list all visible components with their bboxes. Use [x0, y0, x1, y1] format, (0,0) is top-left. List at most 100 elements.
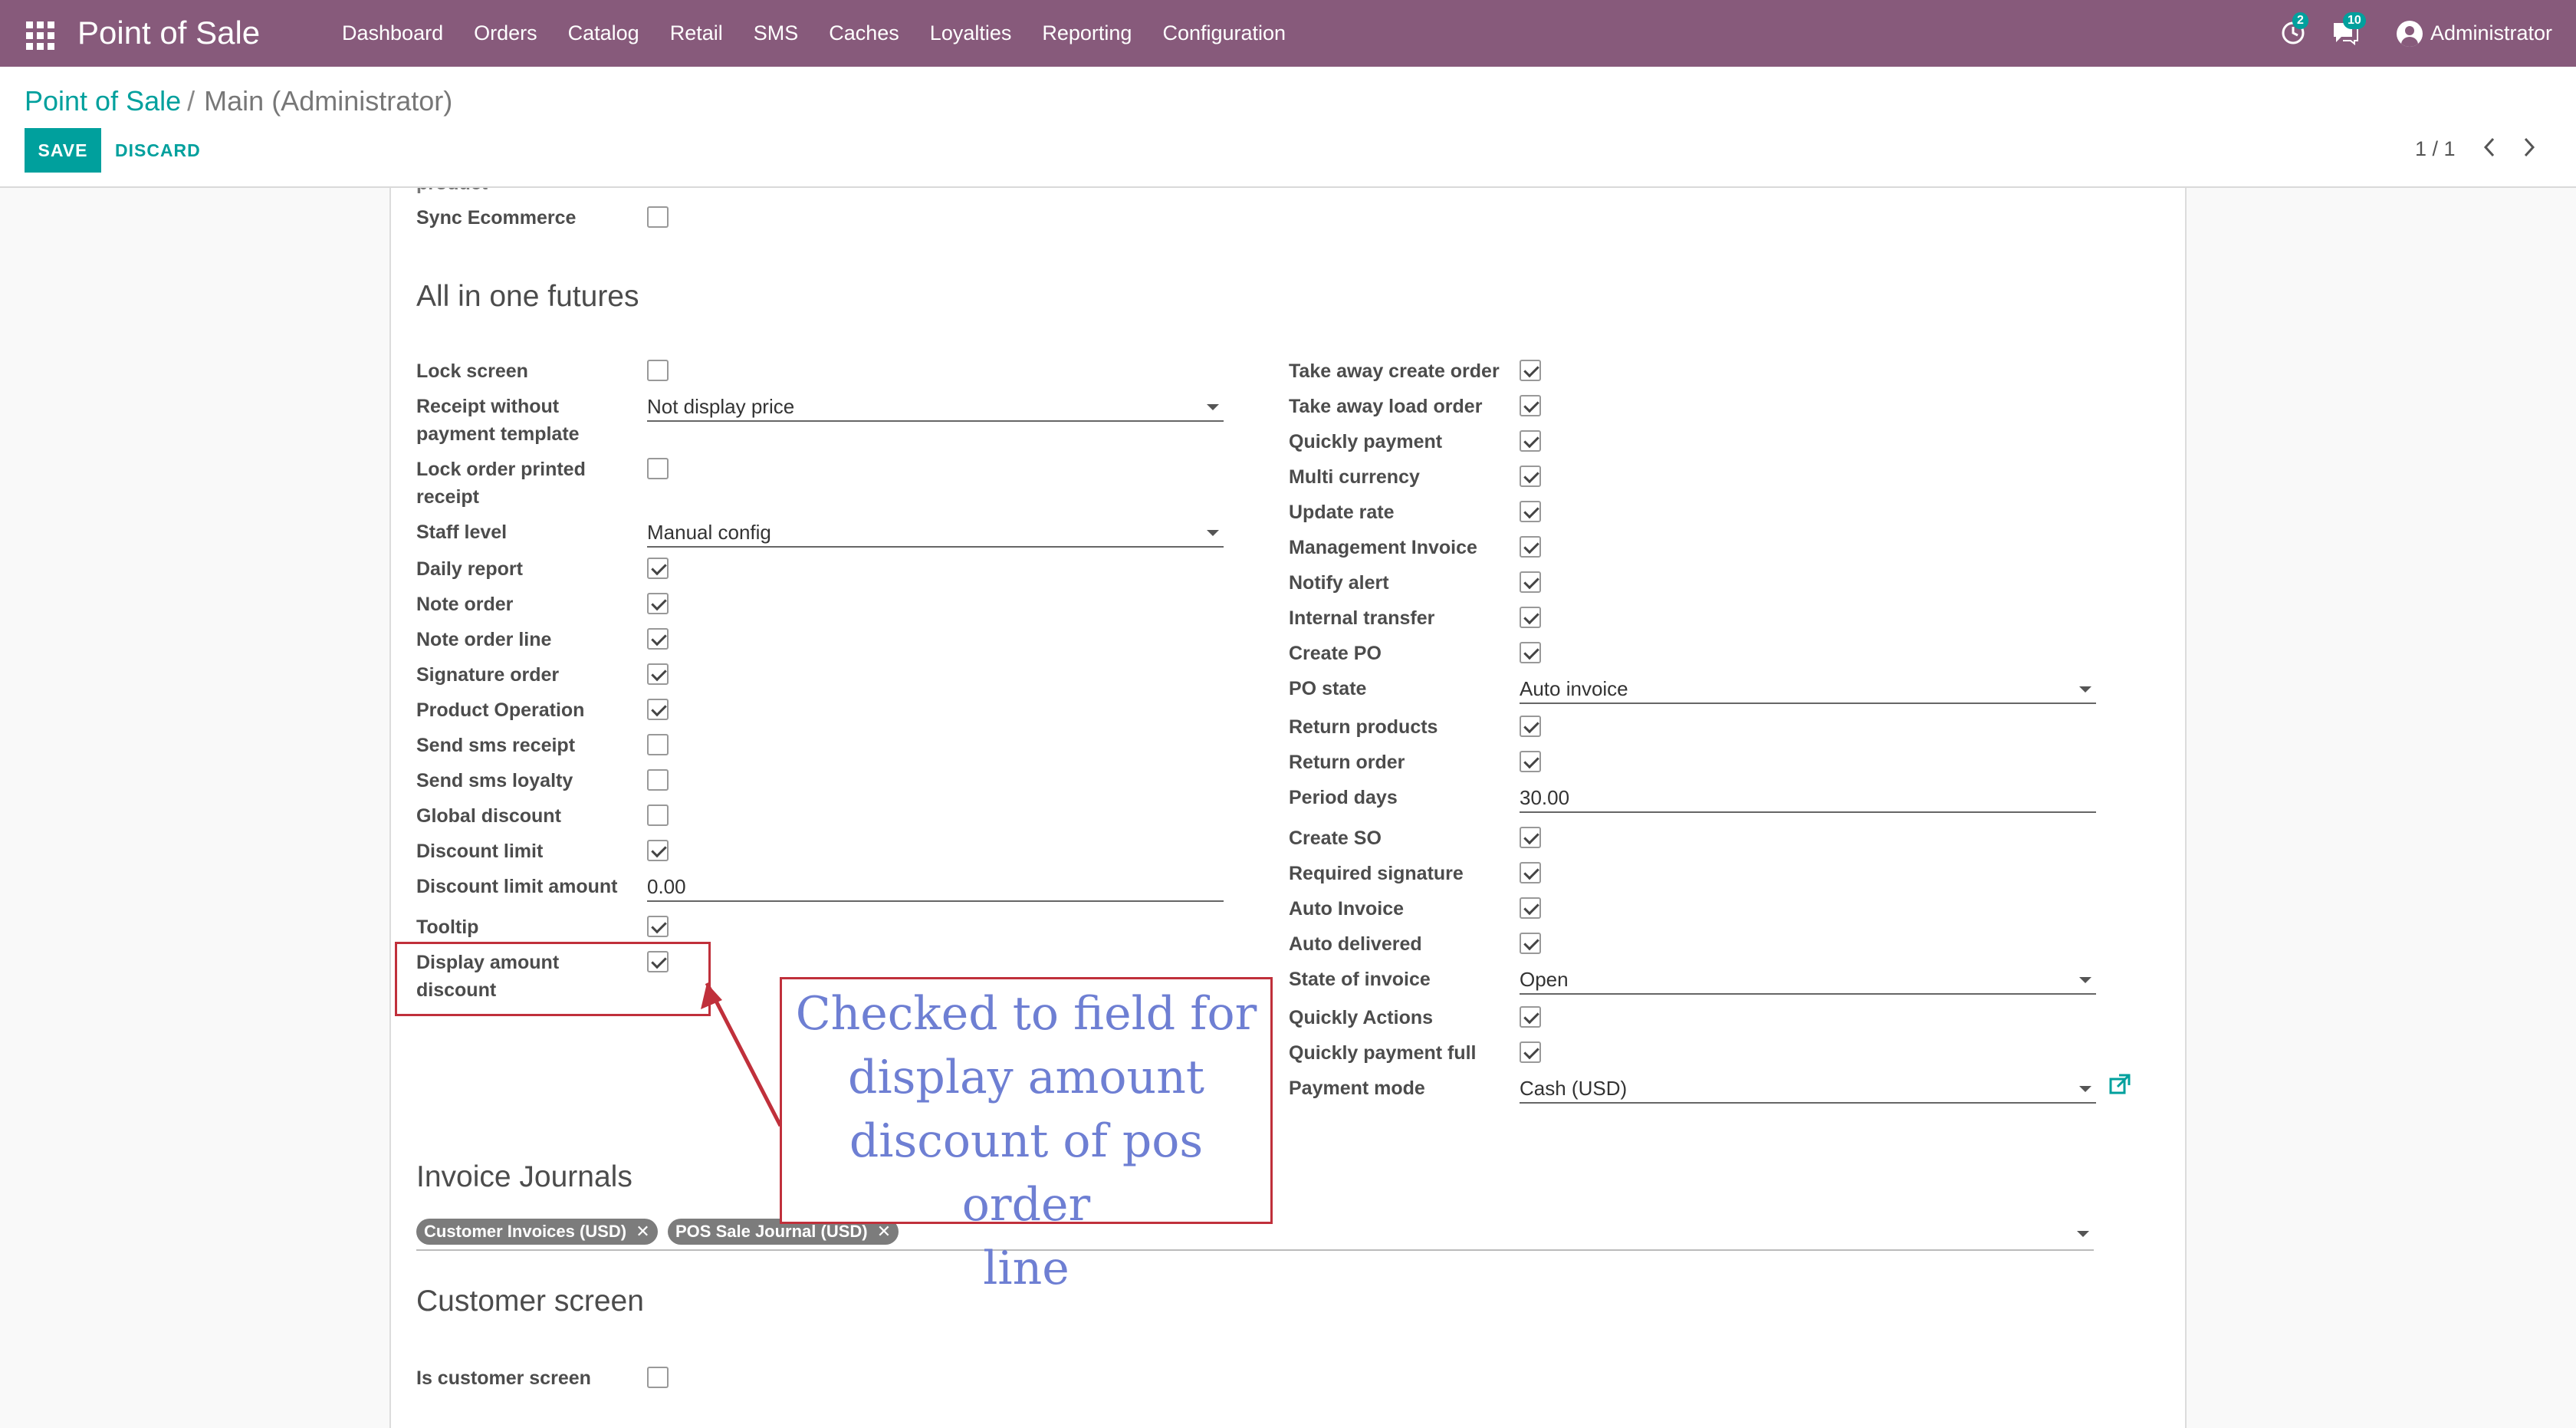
- menu-item-orders[interactable]: Orders: [474, 21, 537, 45]
- field-label-create-po: Create PO: [1289, 643, 1382, 664]
- field-label-update-rate: Update rate: [1289, 502, 1395, 523]
- discount-limit-checkbox[interactable]: [647, 840, 669, 861]
- send-sms-receipt-checkbox[interactable]: [647, 734, 669, 755]
- global-discount-checkbox[interactable]: [647, 804, 669, 826]
- staff-level-select[interactable]: Manual config: [647, 518, 1224, 548]
- send-sms-loyalty-checkbox[interactable]: [647, 769, 669, 791]
- menu-item-retail[interactable]: Retail: [670, 21, 723, 45]
- daily-report-checkbox[interactable]: [647, 558, 669, 579]
- create-po-checkbox[interactable]: [1520, 642, 1541, 663]
- menu-item-sms[interactable]: SMS: [754, 21, 799, 45]
- menu-item-dashboard[interactable]: Dashboard: [342, 21, 443, 45]
- field-label-tooltip: Tooltip: [416, 916, 479, 938]
- sync-ecommerce-checkbox[interactable]: [647, 206, 669, 228]
- field-label-auto-invoice: Auto Invoice: [1289, 898, 1405, 920]
- field-label-receipt-without-payment-template: Receipt without payment template: [416, 396, 580, 445]
- lock-screen-checkbox[interactable]: [647, 360, 669, 381]
- highlight-box: [395, 942, 711, 1016]
- create-so-checkbox[interactable]: [1520, 827, 1541, 848]
- external-link-icon[interactable]: [2108, 1073, 2131, 1096]
- menu-item-caches[interactable]: Caches: [829, 21, 899, 45]
- field-label-return-products: Return products: [1289, 716, 1438, 738]
- signature-order-checkbox[interactable]: [647, 663, 669, 685]
- state-of-invoice-select[interactable]: Open: [1520, 966, 2096, 995]
- payment-mode-select[interactable]: Cash (USD): [1520, 1074, 2096, 1104]
- field-label-payment-mode: Payment mode: [1289, 1078, 1425, 1099]
- field-label-is-customer-screen: Is customer screen: [416, 1367, 591, 1389]
- chevron-down-icon[interactable]: [2077, 1231, 2089, 1237]
- apps-grid-icon[interactable]: [23, 18, 54, 50]
- receipt-without-value: Not display price: [647, 395, 795, 418]
- note-order-checkbox[interactable]: [647, 593, 669, 614]
- auto-invoice-checkbox[interactable]: [1520, 897, 1541, 919]
- field-label-auto-delivered: Auto delivered: [1289, 933, 1422, 955]
- auto-delivered-checkbox[interactable]: [1520, 933, 1541, 954]
- menu-item-reporting[interactable]: Reporting: [1042, 21, 1132, 45]
- discard-button[interactable]: DISCARD: [115, 128, 201, 173]
- annotation-line: line: [983, 1242, 1070, 1295]
- messages-count-badge: 10: [2343, 12, 2366, 29]
- multi-currency-checkbox[interactable]: [1520, 466, 1541, 487]
- management-invoice-checkbox[interactable]: [1520, 536, 1541, 558]
- take-away-create-order-checkbox[interactable]: [1520, 360, 1541, 381]
- field-label-lock-screen: Lock screen: [416, 360, 528, 382]
- app-brand[interactable]: Point of Sale: [77, 11, 260, 55]
- field-label-sync-ecommerce: Sync Ecommerce: [416, 207, 577, 229]
- top-navbar: Point of Sale Dashboard Orders Catalog Reta…: [0, 0, 2576, 67]
- quickly-actions-checkbox[interactable]: [1520, 1006, 1541, 1028]
- internal-transfer-checkbox[interactable]: [1520, 607, 1541, 628]
- discount-limit-amount-value: 0.00: [647, 875, 686, 898]
- menu-item-configuration[interactable]: Configuration: [1162, 21, 1286, 45]
- field-label-multi-currency: Multi currency: [1289, 466, 1420, 488]
- chevron-down-icon: [1207, 530, 1219, 536]
- field-label-global-discount: Global discount: [416, 805, 561, 827]
- avatar: [2397, 20, 2423, 47]
- note-order-line-checkbox[interactable]: [647, 628, 669, 650]
- product-operation-checkbox[interactable]: [647, 699, 669, 720]
- po-state-value: Auto invoice: [1520, 677, 1628, 700]
- pager-previous-button[interactable]: [2470, 128, 2509, 166]
- menu-item-catalog[interactable]: Catalog: [568, 21, 639, 45]
- field-label-create-so: Create SO: [1289, 828, 1382, 849]
- return-order-checkbox[interactable]: [1520, 751, 1541, 772]
- chevron-down-icon: [2079, 977, 2091, 983]
- lock-order-printed-receipt-checkbox[interactable]: [647, 458, 669, 479]
- breadcrumb-root-link[interactable]: Point of Sale: [25, 85, 181, 117]
- notify-alert-checkbox[interactable]: [1520, 571, 1541, 593]
- field-label-note-order: Note order: [416, 594, 514, 615]
- field-label-quickly-payment: Quickly payment: [1289, 431, 1443, 452]
- field-label-period-days: Period days: [1289, 787, 1398, 808]
- update-rate-checkbox[interactable]: [1520, 501, 1541, 522]
- journal-tag: Customer Invoices (USD) ✕: [416, 1219, 658, 1245]
- take-away-load-order-checkbox[interactable]: [1520, 395, 1541, 416]
- is-customer-screen-checkbox[interactable]: [647, 1367, 669, 1388]
- field-label-product-operation: Product Operation: [416, 699, 585, 721]
- save-button[interactable]: SAVE: [25, 128, 101, 173]
- main-menu: Dashboard Orders Catalog Retail SMS Caches Loy…: [342, 0, 1316, 67]
- po-state-select[interactable]: Auto invoice: [1520, 675, 2096, 704]
- user-menu[interactable]: Administrator: [2397, 0, 2552, 67]
- pager-next-button[interactable]: [2510, 128, 2548, 166]
- period-days-value: 30.00: [1520, 786, 1570, 809]
- field-label-required-signature: Required signature: [1289, 863, 1464, 884]
- required-signature-checkbox[interactable]: [1520, 862, 1541, 883]
- field-label-quickly-actions: Quickly Actions: [1289, 1007, 1434, 1028]
- annotation-note: Checked to field for display amount discou…: [780, 977, 1273, 1295]
- field-label-staff-level: Staff level: [416, 522, 508, 543]
- journal-tag-label: Customer Invoices (USD): [424, 1222, 627, 1241]
- annotation-line: discount of pos order: [849, 1114, 1204, 1232]
- section-invoice-journals-title: Invoice Journals: [416, 1160, 632, 1193]
- discount-limit-amount-input[interactable]: 0.00: [647, 873, 1224, 902]
- control-panel: Point of Sale / Main (Administrator) SAVE …: [0, 67, 2576, 188]
- pager-value[interactable]: 1 / 1: [2415, 137, 2456, 161]
- quickly-payment-checkbox[interactable]: [1520, 430, 1541, 452]
- period-days-input[interactable]: 30.00: [1520, 784, 2096, 813]
- close-icon[interactable]: ✕: [636, 1222, 649, 1241]
- field-label-return-order: Return order: [1289, 752, 1405, 773]
- tooltip-checkbox[interactable]: [647, 916, 669, 937]
- return-products-checkbox[interactable]: [1520, 716, 1541, 737]
- quickly-payment-full-checkbox[interactable]: [1520, 1041, 1541, 1063]
- menu-item-loyalties[interactable]: Loyalties: [930, 21, 1012, 45]
- receipt-without-select[interactable]: Not display price: [647, 393, 1224, 422]
- field-label-notify-alert: Notify alert: [1289, 572, 1389, 594]
